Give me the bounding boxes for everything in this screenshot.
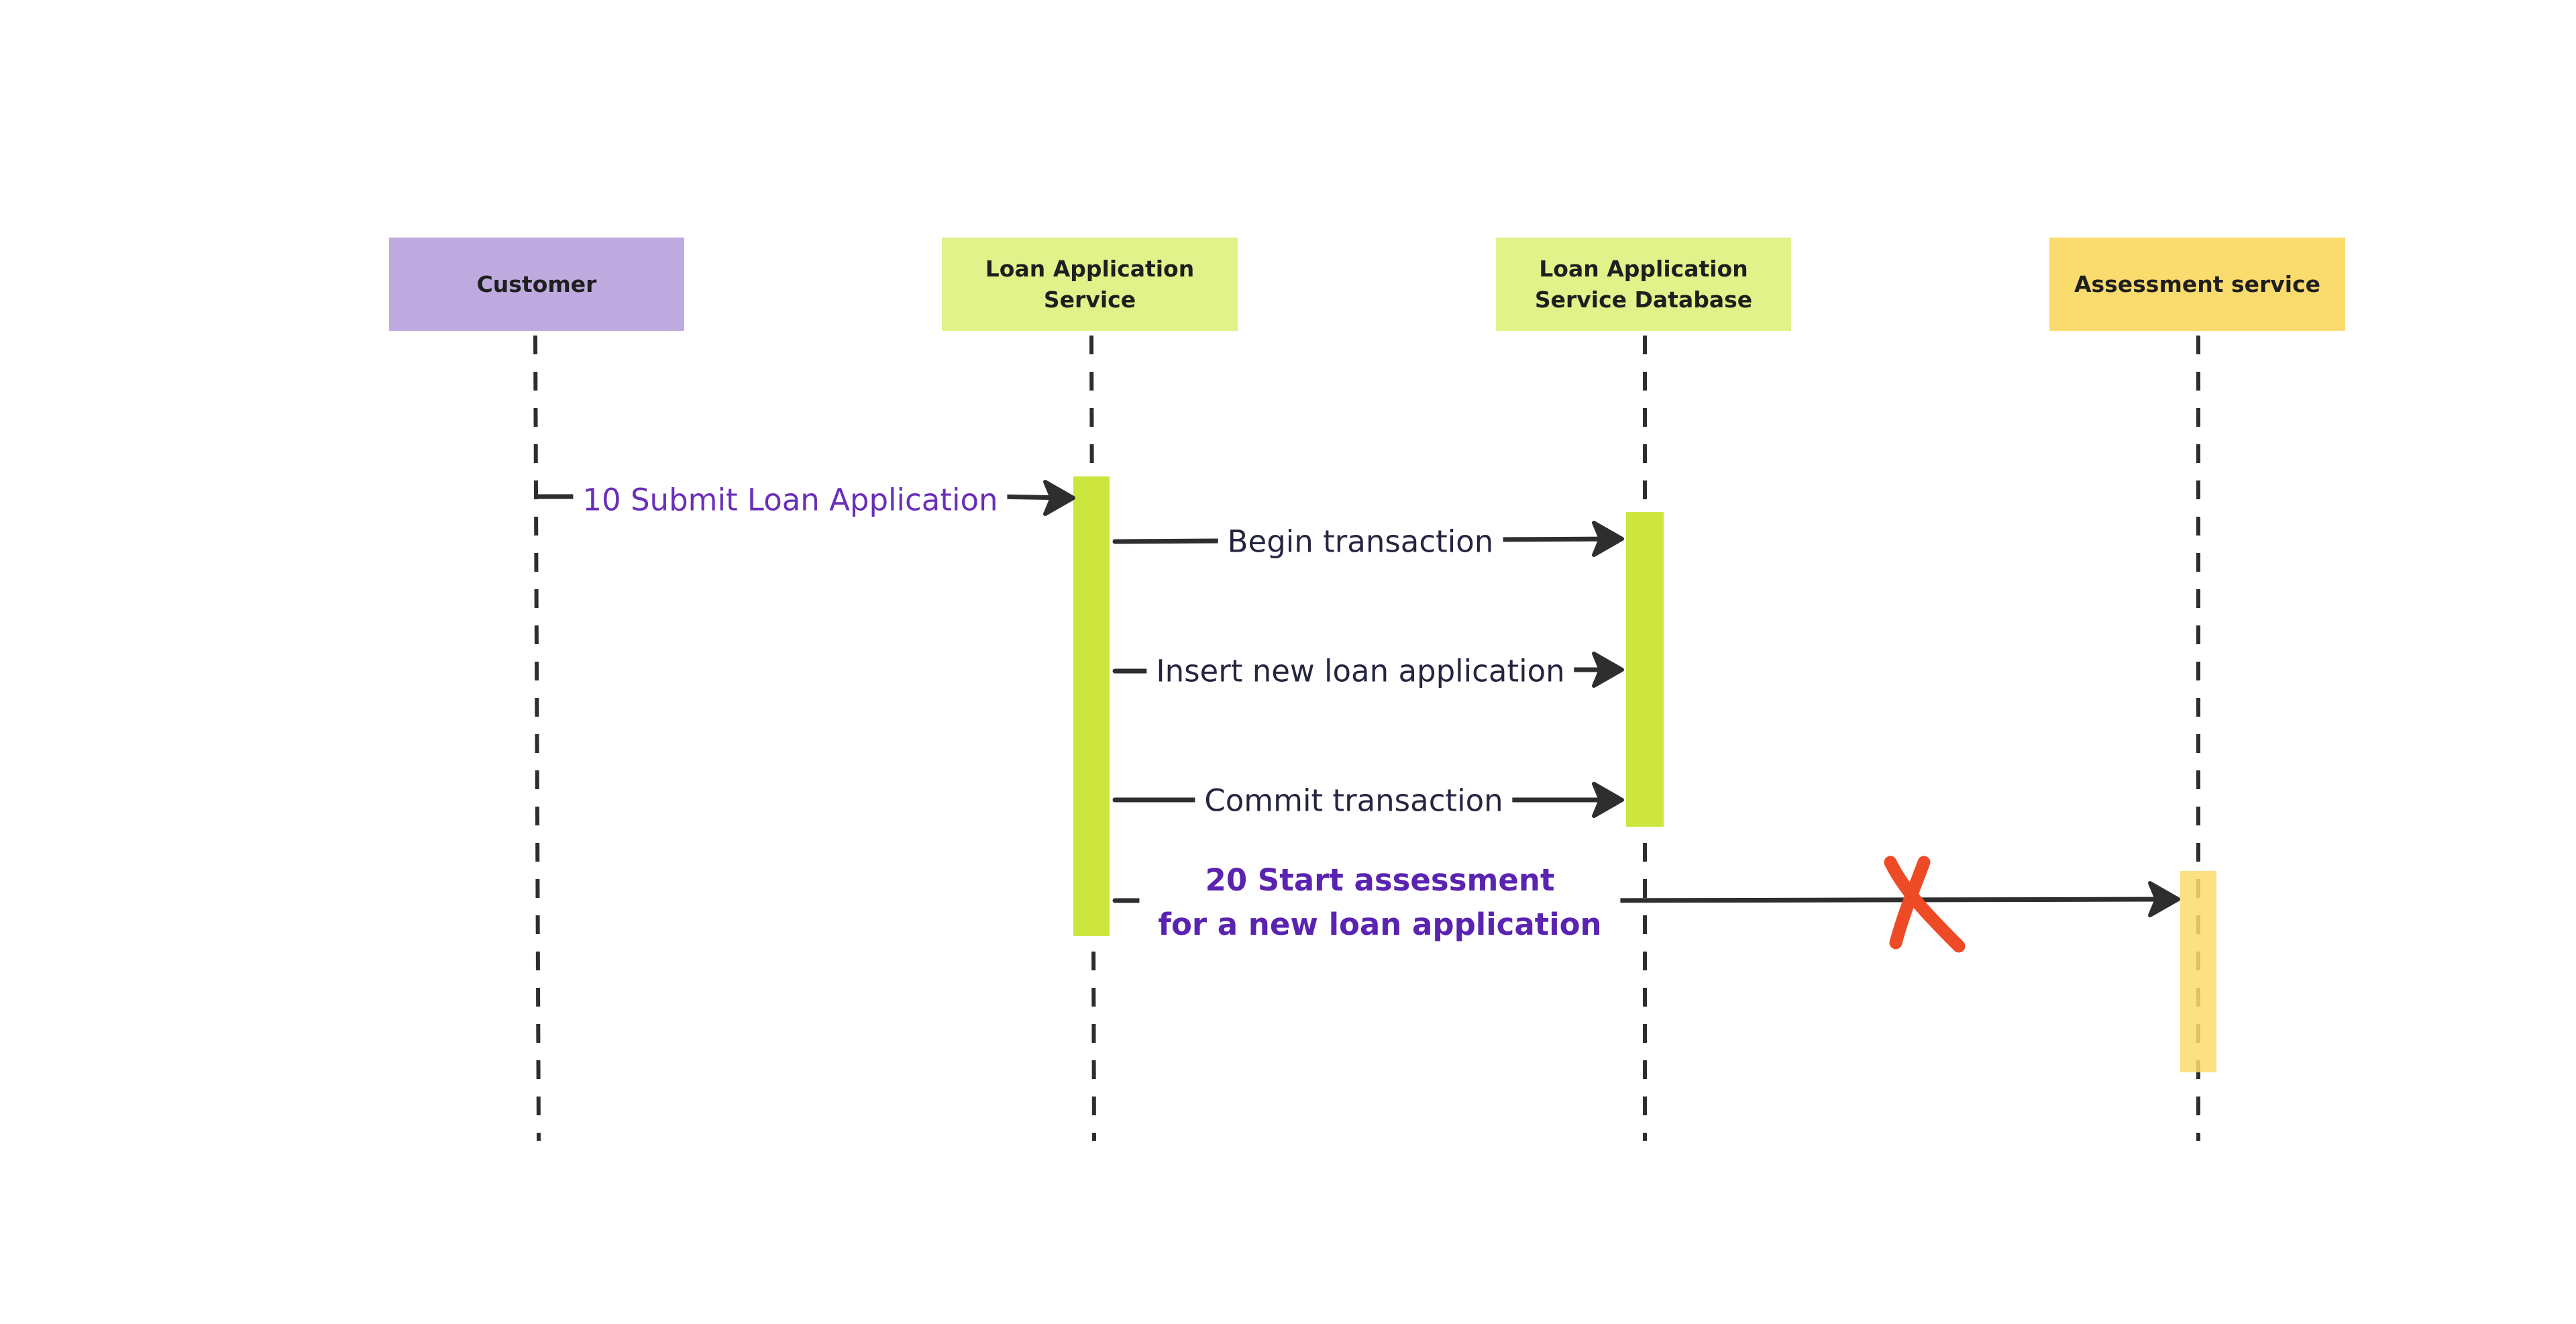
activation-bar-assessment-service	[2180, 871, 2216, 1072]
message-insert-new-loan-application-label[interactable]: Insert new loan application	[1146, 653, 1574, 689]
message-line-segment	[1589, 897, 2176, 903]
actor-customer[interactable]: Customer	[389, 238, 684, 331]
actor-assessment-service-label: Assessment service	[2074, 270, 2321, 297]
actor-assessment-service[interactable]: Assessment service	[2049, 238, 2345, 331]
lifeline-customer	[533, 335, 541, 1141]
actor-loan-application-service-database[interactable]: Loan Application Service Database	[1496, 238, 1791, 331]
actor-loan-application-service[interactable]: Loan Application Service	[942, 238, 1238, 331]
message-begin-transaction-label[interactable]: Begin transaction	[1218, 523, 1503, 560]
actor-loan-application-service-label: Loan Application Service	[985, 255, 1195, 313]
cross-mark-icon	[1884, 856, 1966, 953]
message-submit-loan-application-label[interactable]: 10 Submit Loan Application	[573, 482, 1008, 518]
activation-bar-loan-application-service	[1073, 476, 1110, 936]
actor-customer-label: Customer	[476, 270, 597, 297]
activation-bar-loan-application-service-database	[1626, 512, 1664, 827]
message-line-segment	[1112, 538, 1225, 544]
message-start-assessment-label[interactable]: 20 Start assessment for a new loan appli…	[1139, 858, 1621, 947]
actor-loan-application-service-database-label: Loan Application Service Database	[1534, 255, 1753, 313]
message-commit-transaction-label[interactable]: Commit transaction	[1195, 782, 1513, 819]
